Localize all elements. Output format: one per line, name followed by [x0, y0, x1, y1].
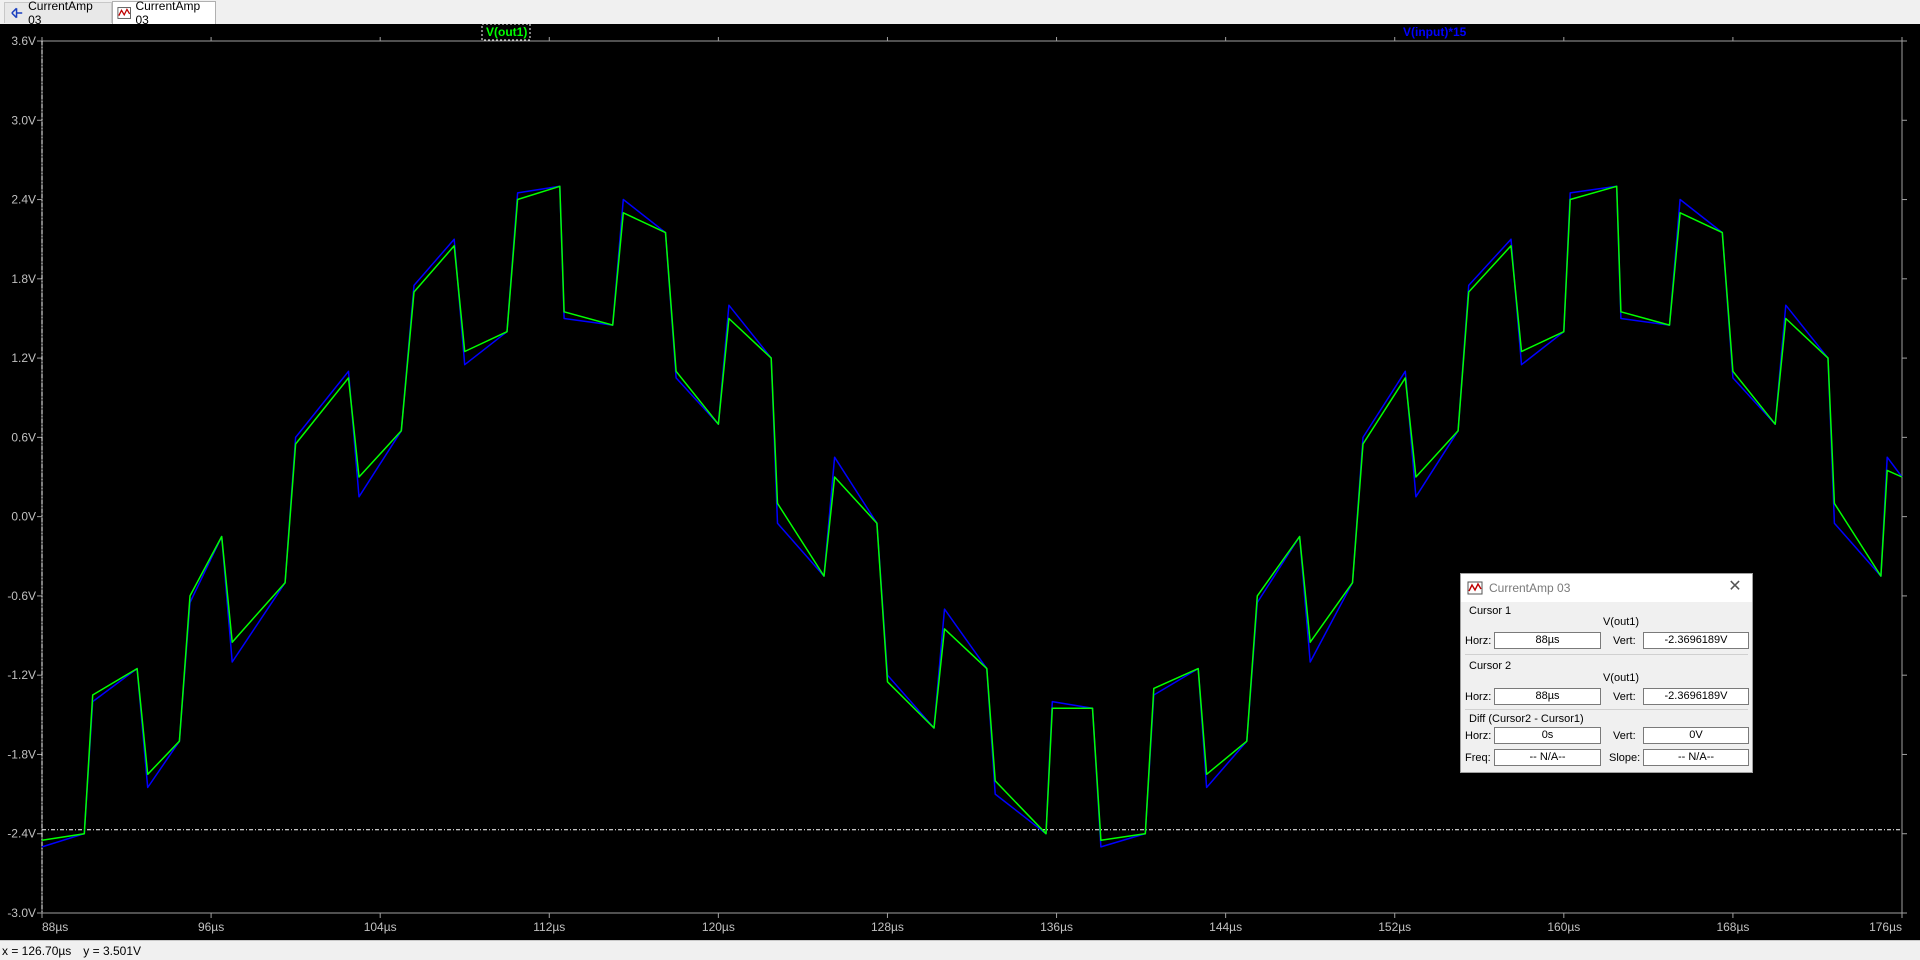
waveform-icon: [117, 7, 132, 19]
y-tick-label: -3.0V: [7, 906, 36, 920]
divider: [1465, 654, 1748, 655]
cursor1-horz-field[interactable]: 88µs: [1494, 632, 1601, 649]
cursor2-horz-label: Horz:: [1465, 691, 1492, 703]
x-tick-label: 128µs: [871, 920, 904, 934]
cursor2-vert-label: Vert:: [1613, 691, 1636, 703]
schematic-icon: [11, 7, 23, 19]
x-tick-label: 168µs: [1716, 920, 1749, 934]
tab-waveform[interactable]: CurrentAmp 03: [112, 0, 216, 27]
trace-label-input[interactable]: V(input)*15: [1403, 25, 1467, 39]
y-tick-label: 0.6V: [11, 430, 36, 444]
y-tick-label: -1.8V: [7, 747, 36, 761]
waveform-icon: [1467, 581, 1483, 595]
y-tick-label: -0.6V: [7, 589, 36, 603]
x-tick-label: 160µs: [1547, 920, 1580, 934]
x-tick-label: 120µs: [702, 920, 735, 934]
x-tick-label: 144µs: [1209, 920, 1242, 934]
diff-vert-field[interactable]: 0V: [1643, 727, 1749, 744]
cursor-window-title: CurrentAmp 03: [1489, 581, 1571, 595]
tab-schematic-label: CurrentAmp 03: [28, 0, 93, 27]
cursor1-vert-label: Vert:: [1613, 635, 1636, 647]
y-tick-label: 2.4V: [11, 193, 36, 207]
cursor2-heading: Cursor 2: [1469, 660, 1512, 672]
diff-vert-label: Vert:: [1613, 730, 1636, 742]
y-tick-label: 3.0V: [11, 113, 36, 127]
cursor2-trace: V(out1): [1602, 672, 1640, 684]
divider: [1465, 709, 1748, 710]
cursor2-horz-field[interactable]: 88µs: [1494, 688, 1601, 705]
tab-schematic[interactable]: CurrentAmp 03: [4, 0, 112, 27]
trace-label-out1[interactable]: V(out1): [486, 25, 527, 39]
diff-heading: Diff (Cursor2 - Cursor1): [1469, 713, 1584, 725]
diff-horz-label: Horz:: [1465, 730, 1492, 742]
y-tick-label: 3.6V: [11, 34, 36, 48]
y-tick-label: 1.2V: [11, 351, 36, 365]
status-bar: x = 126.70µs y = 3.501V: [0, 940, 1920, 960]
cursor-window-titlebar[interactable]: CurrentAmp 03: [1461, 574, 1752, 602]
x-tick-label: 112µs: [533, 920, 565, 934]
cursor1-vert-field[interactable]: -2.3696189V: [1643, 632, 1749, 649]
x-tick-label: 136µs: [1040, 920, 1073, 934]
y-tick-label: 1.8V: [11, 272, 36, 286]
waveform-chart[interactable]: 88µs 96µs 104µs 112µs 120µs 128µs 136µs 144µs 15…: [0, 24, 1920, 940]
status-y-readout: y = 3.501V: [83, 943, 142, 958]
diff-freq-field[interactable]: -- N/A--: [1494, 749, 1601, 766]
x-tick-label: 96µs: [198, 920, 224, 934]
tab-waveform-label: CurrentAmp 03: [135, 0, 201, 27]
cursor2-vert-field[interactable]: -2.3696189V: [1643, 688, 1749, 705]
trace-labels: V(out1) V(input)*15: [481, 24, 1467, 41]
cursor1-horz-label: Horz:: [1465, 635, 1492, 647]
diff-horz-field[interactable]: 0s: [1494, 727, 1601, 744]
tab-bar: CurrentAmp 03 CurrentAmp 03: [0, 0, 1920, 27]
y-tick-label: 0.0V: [11, 510, 36, 524]
cursor1-trace: V(out1): [1602, 616, 1640, 628]
y-tick-label: -2.4V: [7, 827, 36, 841]
x-tick-label: 176µs: [1869, 920, 1902, 934]
plot-axes: [41, 40, 1903, 914]
plot-frame: [41, 40, 1903, 914]
diff-slope-field[interactable]: -- N/A--: [1643, 749, 1749, 766]
diff-slope-label: Slope:: [1609, 752, 1641, 764]
x-axis-ticks: 88µs 96µs 104µs 112µs 120µs 128µs 136µs 144µs 15…: [41, 37, 1903, 934]
waveform-plot[interactable]: 88µs 96µs 104µs 112µs 120µs 128µs 136µs 144µs 15…: [0, 24, 1920, 940]
x-tick-label: 152µs: [1378, 920, 1411, 934]
x-tick-label: 104µs: [364, 920, 397, 934]
close-icon[interactable]: ✕: [1726, 578, 1744, 596]
diff-freq-label: Freq:: [1465, 752, 1491, 764]
x-tick-label: 88µs: [42, 920, 68, 934]
y-tick-label: -1.2V: [7, 668, 36, 682]
cursor1-heading: Cursor 1: [1469, 605, 1512, 617]
status-x-readout: x = 126.70µs: [2, 943, 72, 958]
cursor-window[interactable]: CurrentAmp 03 ✕ Cursor 1 V(out1) Horz: 8…: [1460, 573, 1753, 773]
